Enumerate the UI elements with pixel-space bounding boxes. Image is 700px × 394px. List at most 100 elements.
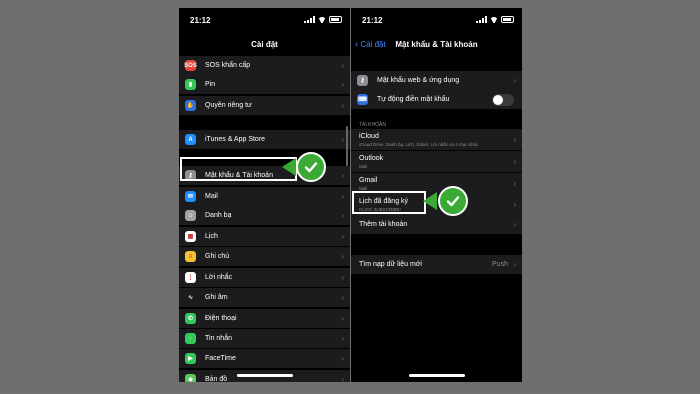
key-icon: ⚷ xyxy=(357,75,368,86)
settings-row[interactable]: ⋮ Lời nhắc › xyxy=(179,268,350,287)
account-row[interactable]: iCloud iCloud Drive, Danh bạ, Lịch, Safar… xyxy=(351,129,522,150)
account-name: iCloud xyxy=(359,133,379,140)
account-detail: CLICK SUBSCRIBE! xyxy=(359,207,401,212)
calendar-icon: ▦ xyxy=(185,231,196,242)
settings-row[interactable]: ✆ Điện thoại › xyxy=(179,309,350,328)
account-row[interactable]: Thêm tài khoản › xyxy=(351,215,522,234)
fetch-value: Push xyxy=(492,261,508,268)
settings-row-label: iTunes & App Store xyxy=(205,136,266,143)
account-name: Lịch đã đăng ký xyxy=(359,198,409,205)
contacts-icon: ☺ xyxy=(185,210,196,221)
settings-row[interactable]: ✉ Mail › xyxy=(179,187,350,206)
page-title: Cài đặt xyxy=(251,40,278,49)
chevron-right-icon: › xyxy=(341,354,344,363)
status-bar: 21:12 xyxy=(351,8,522,28)
signal-icon xyxy=(476,16,487,23)
settings-row[interactable]: ∿ Ghi âm › xyxy=(179,288,350,307)
scrollbar[interactable] xyxy=(346,126,348,166)
notes-icon: ≡ xyxy=(185,251,196,262)
fetch-label: Tìm nạp dữ liệu mới xyxy=(359,261,422,268)
settings-row-label: Ghi âm xyxy=(205,294,228,301)
status-time: 21:12 xyxy=(190,16,211,25)
home-indicator[interactable] xyxy=(236,374,293,377)
nav-bar: Cài đặt xyxy=(179,30,350,58)
row-label: Mật khẩu web & ứng dụng xyxy=(377,77,460,84)
pointer-arrow xyxy=(282,158,296,176)
messages-icon: ◌ xyxy=(185,333,196,344)
signal-icon xyxy=(304,16,315,23)
section-header-accounts: TÀI KHOẢN xyxy=(359,122,386,128)
home-indicator[interactable] xyxy=(408,374,465,377)
web-app-passwords-row[interactable]: ⚷ Mật khẩu web & ứng dụng › xyxy=(351,71,522,90)
settings-row[interactable]: ☺ Danh bạ › xyxy=(179,206,350,225)
settings-row[interactable]: ▮ Pin › xyxy=(179,75,350,94)
autofill-passwords-row[interactable]: ⌨ Tự động điền mật khẩu xyxy=(351,90,522,109)
settings-row[interactable]: ≡ Ghi chú › xyxy=(179,247,350,266)
status-time: 21:12 xyxy=(362,16,383,25)
chevron-right-icon: › xyxy=(513,260,516,269)
settings-row[interactable]: SOS SOS khẩn cấp › xyxy=(179,56,350,75)
chevron-right-icon: › xyxy=(341,135,344,144)
nav-bar: ‹ Cài đặt Mật khẩu & Tài khoản xyxy=(351,30,522,58)
settings-row-label: Mail xyxy=(205,193,218,200)
chevron-right-icon: › xyxy=(341,171,344,180)
autofill-toggle[interactable] xyxy=(492,93,514,106)
account-name: Outlook xyxy=(359,155,384,162)
chevron-right-icon: › xyxy=(341,293,344,302)
fetch-new-data-row[interactable]: Tìm nạp dữ liệu mới Push › xyxy=(351,255,522,274)
checkmark-icon xyxy=(304,162,318,173)
chevron-right-icon: › xyxy=(341,334,344,343)
chevron-right-icon: › xyxy=(513,135,516,144)
chevron-right-icon: › xyxy=(341,232,344,241)
chevron-right-icon: › xyxy=(513,76,516,85)
chevron-right-icon: › xyxy=(341,101,344,110)
chevron-right-icon: › xyxy=(341,252,344,261)
row-label: Tự động điền mật khẩu xyxy=(377,96,450,103)
settings-row-label: Danh bạ xyxy=(205,212,232,219)
wifi-icon xyxy=(318,17,326,23)
keyboard-icon: ⌨ xyxy=(357,94,368,105)
facetime-icon: ▶ xyxy=(185,353,196,364)
settings-row-label: Điện thoại xyxy=(205,315,237,322)
account-row[interactable]: Outlook Mail › xyxy=(351,151,522,172)
pointer-arrow xyxy=(423,192,437,210)
account-detail: Mail xyxy=(359,164,368,169)
key-icon: ⚷ xyxy=(185,170,196,181)
settings-row[interactable]: ▦ Lịch › xyxy=(179,227,350,246)
phone-icon: ✆ xyxy=(185,313,196,324)
account-name: Gmail xyxy=(359,177,378,184)
chevron-right-icon: › xyxy=(513,220,516,229)
settings-row[interactable]: ✋ Quyền riêng tư › xyxy=(179,96,350,115)
sos-icon: SOS xyxy=(184,60,197,71)
chevron-right-icon: › xyxy=(513,200,516,209)
settings-row-label: Quyền riêng tư xyxy=(205,102,252,109)
settings-row-label: SOS khẩn cấp xyxy=(205,62,251,69)
battery-status-icon xyxy=(501,16,514,23)
settings-row[interactable]: ▶ FaceTime › xyxy=(179,349,350,368)
mail-icon: ✉ xyxy=(185,191,196,202)
battery-status-icon xyxy=(329,16,342,23)
maps-icon: ◆ xyxy=(185,374,196,382)
account-detail: iCloud Drive, Danh bạ, Lịch, Safari, Lời… xyxy=(359,142,479,147)
page-title: Mật khẩu & Tài khoản xyxy=(395,40,478,49)
chevron-right-icon: › xyxy=(341,61,344,70)
settings-row-label: Ghi chú xyxy=(205,253,230,260)
chevron-right-icon: › xyxy=(341,211,344,220)
reminders-icon: ⋮ xyxy=(185,272,196,283)
account-detail: Mail xyxy=(359,186,368,191)
hand-icon: ✋ xyxy=(185,100,196,111)
settings-row[interactable]: ◌ Tin nhắn › xyxy=(179,329,350,348)
chevron-right-icon: › xyxy=(341,80,344,89)
chevron-right-icon: › xyxy=(513,179,516,188)
settings-row-label: Bản đồ xyxy=(205,376,228,382)
settings-row[interactable]: AiTunes & App Store › xyxy=(179,130,350,149)
check-badge xyxy=(438,186,468,216)
account-row[interactable]: Gmail Mail › xyxy=(351,173,522,194)
settings-row-label: Pin xyxy=(205,81,216,88)
settings-screen: 21:12 Cài đặt SOS SOS khẩn cấp › ▮ Pin › ✋ Quyề… xyxy=(179,8,350,382)
settings-row-label: FaceTime xyxy=(205,355,236,362)
chevron-right-icon: › xyxy=(341,375,344,382)
checkmark-icon xyxy=(446,196,460,207)
voice-memos-icon: ∿ xyxy=(185,292,196,303)
battery-icon: ▮ xyxy=(185,79,196,90)
